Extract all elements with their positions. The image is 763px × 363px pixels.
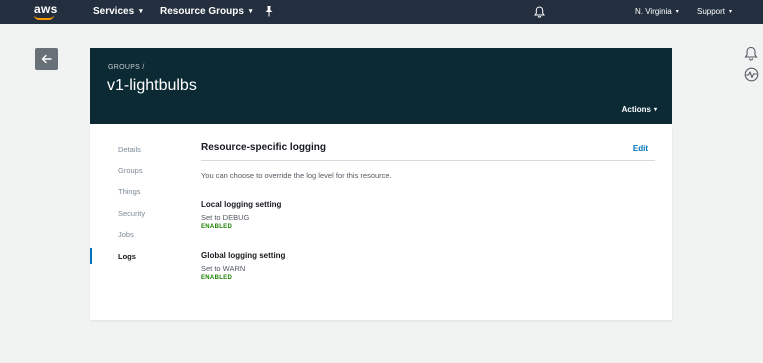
services-menu[interactable]: Services ▾ [93, 6, 143, 17]
section-description: You can choose to override the log level… [201, 171, 392, 180]
actions-dropdown[interactable]: Actions ▾ [622, 105, 657, 114]
back-arrow-icon [41, 54, 52, 64]
resource-groups-label: Resource Groups [160, 6, 244, 17]
region-selector[interactable]: N. Virginia ▾ [635, 7, 679, 16]
active-tab-indicator [90, 248, 92, 264]
resource-header: GROUPS / v1-lightbulbs Actions ▾ [90, 48, 672, 124]
services-label: Services [93, 6, 135, 17]
sidebar-item-details[interactable]: Details [118, 145, 141, 154]
pin-icon[interactable] [264, 6, 274, 20]
local-logging-label: Local logging setting [201, 200, 282, 209]
sidebar-item-things[interactable]: Things [118, 187, 141, 196]
notification-bell-icon[interactable] [744, 46, 758, 66]
sidebar-item-logs[interactable]: Logs [118, 252, 136, 261]
global-logging-label: Global logging setting [201, 251, 286, 260]
chevron-down-icon: ▾ [653, 107, 657, 113]
sidebar-item-security[interactable]: Security [118, 209, 145, 218]
support-menu[interactable]: Support ▾ [697, 7, 732, 16]
section-divider [201, 160, 655, 161]
local-logging-value: Set to DEBUG [201, 213, 250, 222]
sidebar-item-groups[interactable]: Groups [118, 166, 143, 175]
health-icon[interactable] [744, 67, 759, 87]
breadcrumb[interactable]: GROUPS / [108, 64, 145, 71]
support-label: Support [697, 7, 726, 16]
resource-groups-menu[interactable]: Resource Groups ▾ [160, 6, 252, 17]
region-label: N. Virginia [635, 7, 672, 16]
chevron-down-icon: ▾ [248, 8, 253, 15]
back-button[interactable] [35, 48, 58, 70]
chevron-down-icon: ▾ [675, 9, 679, 15]
global-logging-value: Set to WARN [201, 264, 246, 273]
chevron-down-icon: ▾ [729, 9, 733, 15]
content-card: Details Groups Things Security Jobs Logs… [90, 124, 672, 320]
page-title: v1-lightbulbs [107, 77, 197, 94]
edit-button[interactable]: Edit [633, 144, 648, 153]
global-logging-status-badge: ENABLED [201, 275, 233, 281]
bell-icon[interactable] [533, 6, 546, 21]
sidebar-item-jobs[interactable]: Jobs [118, 230, 134, 239]
local-logging-status-badge: ENABLED [201, 224, 233, 230]
section-title: Resource-specific logging [201, 142, 327, 153]
actions-label: Actions [621, 105, 651, 114]
aws-logo-smile [34, 15, 54, 20]
chevron-down-icon: ▾ [139, 8, 143, 15]
top-navigation-bar: aws Services ▾ Resource Groups ▾ N. Virgin… [0, 0, 763, 24]
aws-logo[interactable]: aws [31, 2, 61, 22]
aws-logo-text: aws [34, 2, 58, 16]
